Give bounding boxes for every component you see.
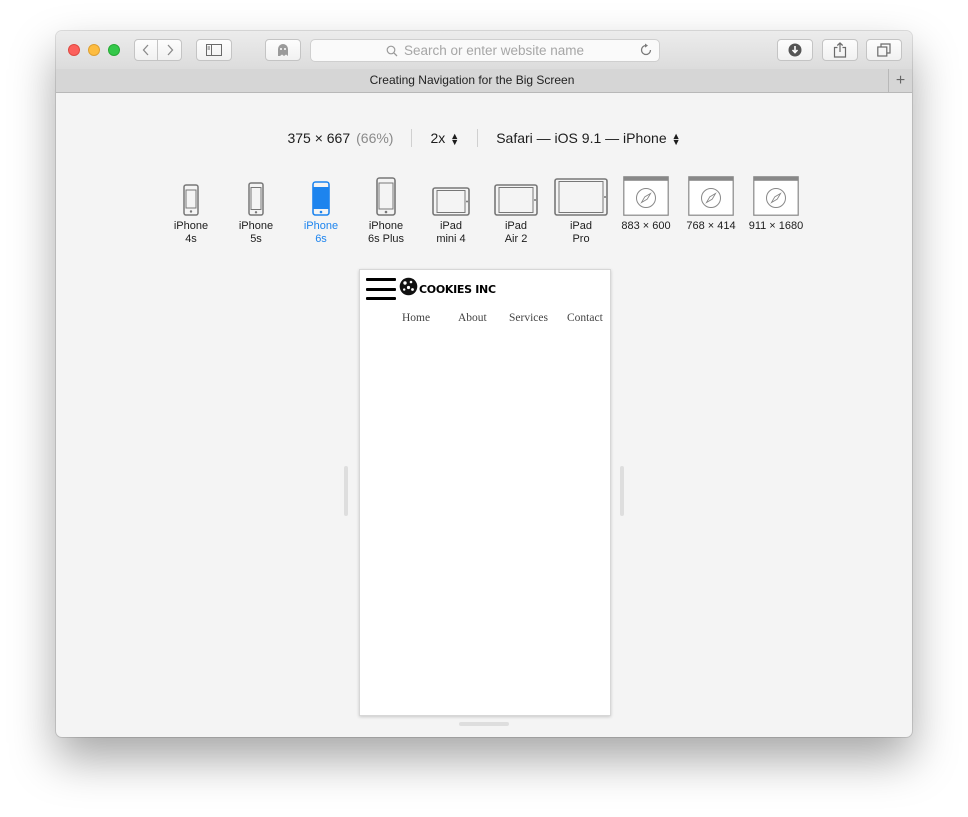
- device-label-line1: iPhone: [238, 220, 274, 232]
- phone-icon: [289, 174, 353, 216]
- device-label-line1: 768 × 414: [686, 220, 736, 232]
- sidebar-icon: [206, 44, 222, 56]
- device-label-line1: iPhone: [303, 220, 339, 232]
- device-label-line2: mini 4: [436, 233, 466, 245]
- new-tab-button[interactable]: +: [888, 69, 912, 92]
- cookie-logo-icon: [399, 277, 418, 301]
- ghostery-extension-button[interactable]: [265, 39, 301, 61]
- hamburger-menu-icon[interactable]: [366, 278, 396, 300]
- divider: [477, 129, 479, 147]
- tablet-icon: [419, 174, 483, 216]
- chevron-updown-icon: ▲ ▼: [450, 131, 460, 148]
- pixel-ratio-value: 2x: [430, 130, 446, 146]
- sidebar-button[interactable]: [196, 39, 232, 61]
- device-label-line2: Air 2: [504, 233, 528, 245]
- device-label-line1: iPad: [439, 220, 463, 232]
- device-iphone-5s[interactable]: iPhone 5s: [224, 174, 288, 246]
- device-label-line2: 4s: [185, 233, 197, 245]
- device-ipad-mini-4[interactable]: iPad mini 4: [419, 174, 483, 246]
- user-agent-select[interactable]: Safari — iOS 9.1 — iPhone ▲ ▼: [496, 130, 681, 148]
- nav-link-home[interactable]: Home: [402, 312, 458, 324]
- site-header: COOKIES INC: [366, 277, 496, 301]
- show-all-tabs-button[interactable]: [866, 39, 902, 61]
- nav-link-contact[interactable]: Contact: [567, 312, 603, 324]
- device-label-line1: 883 × 600: [621, 220, 671, 232]
- reload-icon[interactable]: [639, 43, 653, 57]
- chevron-right-icon: [167, 44, 173, 56]
- resize-handle-right[interactable]: [620, 466, 624, 516]
- device-iphone-6s[interactable]: iPhone 6s: [289, 174, 353, 246]
- download-icon: [788, 43, 802, 57]
- ghost-icon: [278, 44, 288, 56]
- active-tab[interactable]: Creating Navigation for the Big Screen: [56, 69, 888, 92]
- forward-button[interactable]: [157, 39, 182, 61]
- device-label-line2: 6s Plus: [367, 233, 405, 245]
- back-button[interactable]: [134, 39, 158, 61]
- address-placeholder: Search or enter website name: [403, 43, 585, 58]
- divider: [411, 129, 413, 147]
- phone-icon: [354, 174, 418, 216]
- phone-icon: [224, 174, 288, 216]
- nav-link-about[interactable]: About: [458, 312, 509, 324]
- share-button[interactable]: [822, 39, 858, 61]
- user-agent-value: Safari — iOS 9.1 — iPhone: [496, 130, 667, 146]
- device-label-line2: 6s: [315, 233, 327, 245]
- browser-toolbar: Search or enter website name: [56, 31, 912, 70]
- resize-handle-left[interactable]: [344, 466, 348, 516]
- minimize-window-button[interactable]: [88, 44, 100, 56]
- site-navigation: Home About Services Contact: [402, 312, 603, 324]
- device-custom-768x414[interactable]: 768 × 414: [679, 174, 743, 233]
- tabs-overview-icon: [877, 43, 891, 57]
- scale-percent: (66%): [356, 130, 394, 146]
- nav-link-services[interactable]: Services: [509, 312, 567, 324]
- address-bar[interactable]: Search or enter website name: [310, 39, 660, 62]
- viewport-dimensions: 375 × 667: [287, 130, 351, 146]
- chevron-left-icon: [142, 44, 149, 56]
- site-brand-name: COOKIES INC: [419, 282, 496, 296]
- close-window-button[interactable]: [68, 44, 80, 56]
- device-label-line1: iPad: [504, 220, 528, 232]
- phone-icon: [159, 174, 223, 216]
- device-custom-883x600[interactable]: 883 × 600: [614, 174, 678, 233]
- tab-bar: Creating Navigation for the Big Screen +: [56, 69, 912, 93]
- downloads-button[interactable]: [777, 39, 813, 61]
- tablet-icon: [549, 174, 613, 216]
- pixel-ratio-select[interactable]: 2x ▲ ▼: [430, 130, 460, 148]
- device-label-line2: 5s: [250, 233, 262, 245]
- device-iphone-6s-plus[interactable]: iPhone 6s Plus: [354, 174, 418, 246]
- browser-window: Search or enter website name Creating Na…: [56, 31, 912, 737]
- zoom-window-button[interactable]: [108, 44, 120, 56]
- resize-handle-bottom[interactable]: [459, 722, 509, 726]
- safari-window-icon: [614, 174, 678, 216]
- chevron-updown-icon: ▲ ▼: [671, 131, 681, 148]
- device-label-line2: Pro: [572, 233, 590, 245]
- device-ipad-pro[interactable]: iPad Pro: [549, 174, 613, 246]
- device-label-line1: 911 × 1680: [748, 220, 804, 232]
- device-label-line1: iPhone: [368, 220, 404, 232]
- device-custom-911x1680[interactable]: 911 × 1680: [744, 174, 808, 233]
- device-label-line1: iPad: [569, 220, 593, 232]
- device-iphone-4s[interactable]: iPhone 4s: [159, 174, 223, 246]
- tablet-icon: [484, 174, 548, 216]
- search-icon: [386, 45, 398, 57]
- responsive-design-toolbar: 375 × 667 (66%) 2x ▲ ▼ Safari — iOS 9.1 — …: [56, 127, 912, 149]
- safari-window-icon: [679, 174, 743, 216]
- safari-window-icon: [744, 174, 808, 216]
- device-preview-viewport: COOKIES INC Home About Services Contact: [359, 269, 611, 716]
- share-icon: [833, 42, 847, 58]
- device-label-line1: iPhone: [173, 220, 209, 232]
- device-ipad-air-2[interactable]: iPad Air 2: [484, 174, 548, 246]
